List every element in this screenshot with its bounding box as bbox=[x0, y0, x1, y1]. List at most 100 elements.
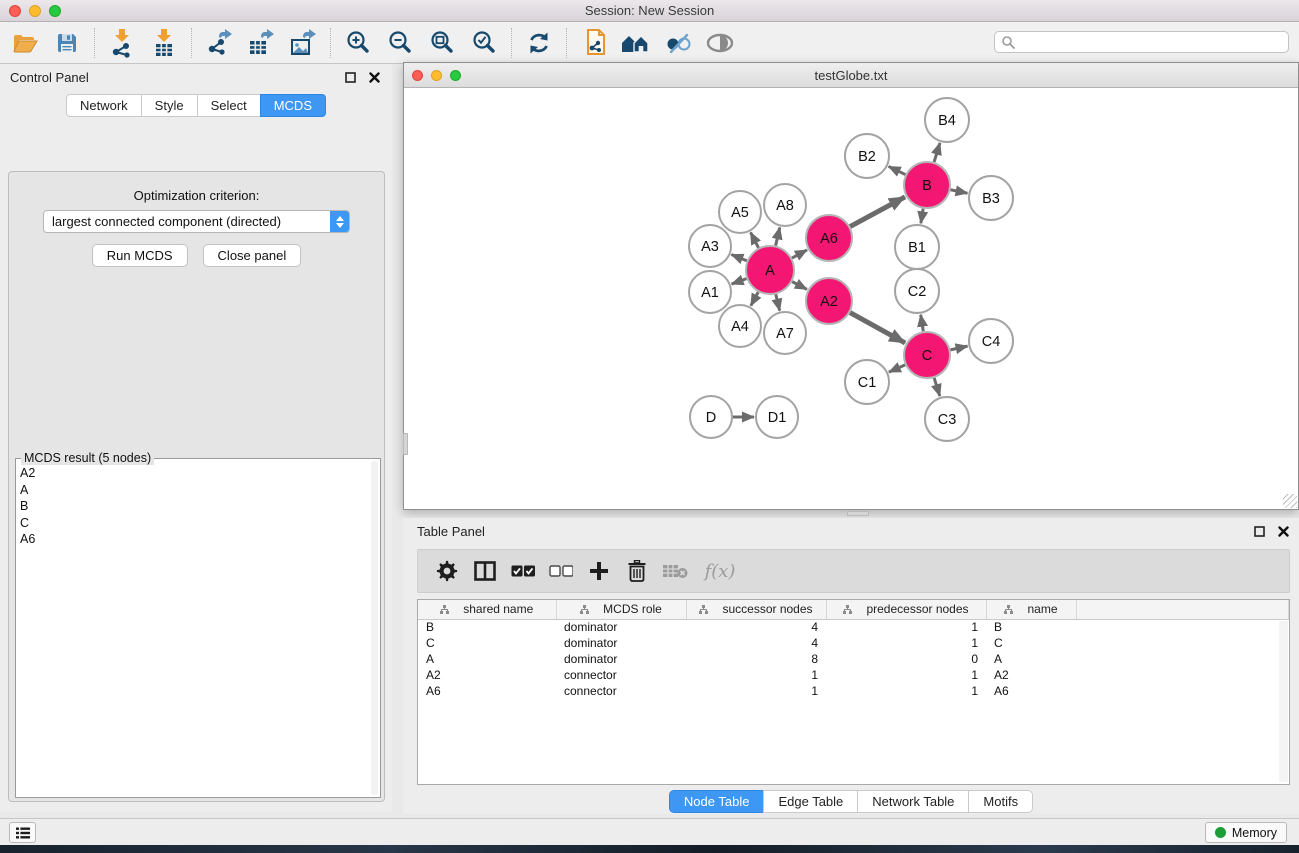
float-table-panel-icon[interactable] bbox=[1251, 523, 1267, 539]
graph-edge-A-A1[interactable] bbox=[732, 279, 747, 284]
mcds-result-item[interactable]: A2 bbox=[20, 465, 370, 482]
panel-divider-grip[interactable] bbox=[847, 511, 869, 516]
tab-style[interactable]: Style bbox=[141, 94, 198, 117]
optimization-criterion-dropdown[interactable]: largest connected component (directed) bbox=[43, 210, 350, 233]
cell-shared_name[interactable]: C bbox=[418, 635, 556, 651]
graph-node-B2[interactable]: B2 bbox=[845, 134, 889, 178]
cell-shared_name[interactable]: A bbox=[418, 651, 556, 667]
close-table-panel-icon[interactable] bbox=[1275, 523, 1291, 539]
run-mcds-button[interactable]: Run MCDS bbox=[92, 244, 188, 267]
tab-motifs[interactable]: Motifs bbox=[968, 790, 1033, 813]
add-column-plus-icon[interactable] bbox=[584, 556, 614, 586]
graph-node-A4[interactable]: A4 bbox=[719, 305, 761, 347]
graph-edge-C-C1[interactable] bbox=[889, 365, 905, 372]
graph-edge-A-A6[interactable] bbox=[792, 250, 807, 258]
table-row-A6[interactable]: A6connector11A6 bbox=[418, 683, 1289, 699]
search-input[interactable] bbox=[1019, 35, 1288, 49]
graph-edge-B-B3[interactable] bbox=[951, 190, 968, 193]
graph-edge-B-B4[interactable] bbox=[934, 143, 940, 162]
hide-glasses-icon[interactable] bbox=[661, 26, 695, 60]
cell-predecessor[interactable]: 1 bbox=[826, 619, 986, 635]
delete-column-trash-icon[interactable] bbox=[622, 556, 652, 586]
graph-node-B3[interactable]: B3 bbox=[969, 176, 1013, 220]
zoom-in-icon[interactable] bbox=[341, 26, 375, 60]
cell-successor[interactable]: 1 bbox=[686, 667, 826, 683]
graph-node-C3[interactable]: C3 bbox=[925, 397, 969, 441]
table-scrollbar[interactable] bbox=[1279, 621, 1288, 782]
window-resize-grip[interactable] bbox=[1283, 494, 1297, 508]
function-builder-icon[interactable]: f(x) bbox=[698, 556, 742, 586]
network-snapshot-icon[interactable] bbox=[577, 26, 611, 60]
home-icon[interactable] bbox=[619, 26, 653, 60]
table-row-A2[interactable]: A2connector11A2 bbox=[418, 667, 1289, 683]
show-panels-list-button[interactable] bbox=[9, 822, 36, 843]
tab-node-table[interactable]: Node Table bbox=[669, 790, 765, 813]
export-image-icon[interactable] bbox=[286, 26, 320, 60]
graph-edge-A-A2[interactable] bbox=[792, 282, 807, 290]
panel-divider-grip[interactable] bbox=[403, 433, 408, 455]
mcds-result-item[interactable]: A6 bbox=[20, 531, 370, 548]
graph-edge-A-A4[interactable] bbox=[751, 292, 758, 306]
cell-successor[interactable]: 4 bbox=[686, 635, 826, 651]
table-row-C[interactable]: Cdominator41C bbox=[418, 635, 1289, 651]
cell-mcds_role[interactable]: connector bbox=[556, 683, 686, 699]
tab-edge-table[interactable]: Edge Table bbox=[763, 790, 858, 813]
mcds-result-item[interactable]: A bbox=[20, 482, 370, 499]
cell-name[interactable]: C bbox=[986, 635, 1076, 651]
show-eye-icon[interactable] bbox=[703, 26, 737, 60]
graph-edge-A2-C[interactable] bbox=[850, 313, 905, 343]
cell-mcds_role[interactable]: dominator bbox=[556, 651, 686, 667]
cell-mcds_role[interactable]: connector bbox=[556, 667, 686, 683]
column-header-successor-nodes[interactable]: successor nodes bbox=[686, 600, 826, 619]
tab-network-table[interactable]: Network Table bbox=[857, 790, 969, 813]
import-network-icon[interactable] bbox=[105, 26, 139, 60]
column-header-predecessor-nodes[interactable]: predecessor nodes bbox=[826, 600, 986, 619]
graph-edge-A-A3[interactable] bbox=[731, 255, 746, 261]
graph-node-A3[interactable]: A3 bbox=[689, 225, 731, 267]
cell-predecessor[interactable]: 1 bbox=[826, 683, 986, 699]
graph-node-C2[interactable]: C2 bbox=[895, 269, 939, 313]
graph-edge-A-A7[interactable] bbox=[776, 294, 780, 310]
graph-edge-C-C3[interactable] bbox=[934, 378, 940, 396]
table-settings-gear-icon[interactable] bbox=[432, 556, 462, 586]
close-panel-button[interactable]: Close panel bbox=[203, 244, 302, 267]
zoom-fit-icon[interactable] bbox=[425, 26, 459, 60]
graph-node-A1[interactable]: A1 bbox=[689, 271, 731, 313]
column-view-icon[interactable] bbox=[470, 556, 500, 586]
graph-node-C1[interactable]: C1 bbox=[845, 360, 889, 404]
graph-edge-A-A5[interactable] bbox=[751, 232, 759, 247]
cell-mcds_role[interactable]: dominator bbox=[556, 619, 686, 635]
graph-node-D1[interactable]: D1 bbox=[756, 396, 798, 438]
graph-node-A2[interactable]: A2 bbox=[806, 278, 852, 324]
float-panel-icon[interactable] bbox=[342, 69, 358, 85]
cell-predecessor[interactable]: 1 bbox=[826, 667, 986, 683]
cell-name[interactable]: B bbox=[986, 619, 1076, 635]
cell-successor[interactable]: 1 bbox=[686, 683, 826, 699]
cell-shared_name[interactable]: A6 bbox=[418, 683, 556, 699]
import-table-icon[interactable] bbox=[147, 26, 181, 60]
cell-successor[interactable]: 4 bbox=[686, 619, 826, 635]
deselect-all-checkboxes-icon[interactable] bbox=[546, 556, 576, 586]
refresh-layout-icon[interactable] bbox=[522, 26, 556, 60]
graph-node-B[interactable]: B bbox=[904, 162, 950, 208]
cell-name[interactable]: A bbox=[986, 651, 1076, 667]
column-header-MCDS-role[interactable]: MCDS role bbox=[556, 600, 686, 619]
save-session-icon[interactable] bbox=[50, 26, 84, 60]
graph-node-A7[interactable]: A7 bbox=[764, 312, 806, 354]
delete-table-icon[interactable] bbox=[660, 556, 690, 586]
cell-predecessor[interactable]: 1 bbox=[826, 635, 986, 651]
close-panel-icon[interactable] bbox=[366, 69, 382, 85]
column-header-shared-name[interactable]: shared name bbox=[418, 600, 556, 619]
tab-network[interactable]: Network bbox=[66, 94, 142, 117]
network-canvas[interactable]: B4B2BB3B1A5A8A3A6AA1C2A2A4A7CC4C1C3DD1 bbox=[404, 88, 1298, 509]
graph-node-A[interactable]: A bbox=[746, 246, 794, 294]
cell-shared_name[interactable]: A2 bbox=[418, 667, 556, 683]
tab-mcds[interactable]: MCDS bbox=[260, 94, 326, 117]
search-field[interactable] bbox=[994, 31, 1289, 53]
cell-successor[interactable]: 8 bbox=[686, 651, 826, 667]
export-network-icon[interactable] bbox=[202, 26, 236, 60]
cell-predecessor[interactable]: 0 bbox=[826, 651, 986, 667]
mcds-result-item[interactable]: B bbox=[20, 498, 370, 515]
graph-edge-A6-B[interactable] bbox=[850, 197, 905, 227]
graph-edge-A-A8[interactable] bbox=[776, 227, 780, 245]
